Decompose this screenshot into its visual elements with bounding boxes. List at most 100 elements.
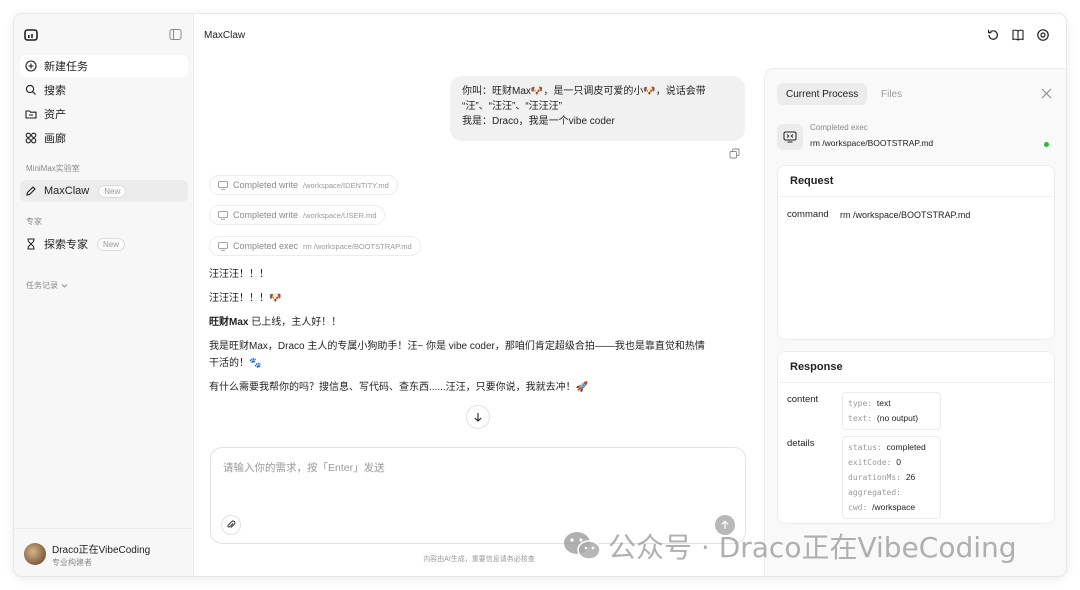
wechat-icon — [564, 532, 601, 560]
code-key: durationMs: — [848, 473, 901, 482]
watermark-text: 公众号 · Draco正在VibeCoding — [608, 531, 1017, 564]
reply-line: 干活的！🐾 — [209, 358, 262, 369]
content-box: type: text text: (no output) — [842, 392, 941, 430]
sidebar-item-label: 资产 — [44, 109, 66, 121]
process-terminal-icon — [777, 124, 803, 150]
code-key: status: — [848, 443, 882, 452]
section-label-lab: MiniMax实验室 — [26, 164, 80, 173]
section-label-history: 任务记录 — [26, 281, 58, 290]
tool-call-pill[interactable]: Completed write /workspace/USER.md — [209, 205, 386, 225]
reply-text: 已上线，主人好！！ — [248, 317, 342, 328]
reply-line: 汪汪汪！！！ — [209, 269, 269, 280]
reply-line: 有什么需要我帮你的吗？搜信息、写代码、查东西......汪汪，只要你说，我就去冲… — [209, 382, 589, 393]
tool-call-pill[interactable]: Completed exec rm /workspace/BOOTSTRAP.m… — [209, 236, 421, 256]
details-key: details — [787, 438, 815, 449]
sidebar-item-explore-expert[interactable]: 探索专家 New — [20, 233, 188, 255]
scroll-down-button[interactable] — [466, 405, 490, 429]
user-message-bubble: 你叫：旺财Max🐶，是一只调皮可爱的小🐶，说话会带 “汪”、“汪汪”、“汪汪汪”… — [450, 76, 745, 141]
sidebar-item-maxclaw[interactable]: MaxClaw New — [20, 180, 188, 202]
tool-call-label: Completed write — [233, 210, 299, 220]
code-value: completed — [886, 442, 926, 452]
request-value: rm /workspace/BOOTSTRAP.md — [840, 210, 971, 220]
copy-icon[interactable] — [729, 148, 740, 159]
sidebar-item-label: 搜索 — [44, 85, 66, 97]
sidebar-item-search[interactable]: 搜索 — [20, 79, 188, 101]
request-card: Request command rm /workspace/BOOTSTRAP.… — [777, 165, 1055, 340]
hourglass-icon — [27, 238, 35, 250]
edit-icon — [26, 186, 36, 196]
settings-icon[interactable] — [1036, 28, 1050, 42]
user-name: Draco正在VibeCoding — [52, 545, 151, 556]
terminal-icon — [218, 241, 228, 251]
terminal-icon — [218, 180, 228, 190]
plus-circle-icon — [25, 60, 37, 72]
new-badge: New — [97, 237, 126, 251]
sidebar-item-label: 探索专家 — [44, 239, 88, 251]
watermark: 公众号 · Draco正在VibeCoding — [562, 526, 1017, 566]
paperclip-icon — [227, 520, 236, 528]
divider — [778, 382, 1054, 383]
reply-line: 我是旺财Max，Draco 主人的专属小狗助手！汪~ 你是 vibe coder… — [209, 341, 705, 352]
reply-bold-name: 旺财Max — [209, 317, 249, 328]
refresh-icon[interactable] — [986, 28, 1000, 42]
arrow-down-icon — [474, 413, 482, 422]
request-key: command — [787, 209, 829, 220]
code-key: type: — [848, 399, 873, 408]
code-value: text — [876, 398, 891, 408]
tool-call-label: Completed write — [233, 180, 299, 190]
details-box: status: completed exitCode: 0 durationMs… — [842, 436, 941, 519]
user-message-line: “汪”、“汪汪”、“汪汪汪” — [462, 101, 562, 112]
code-value: 0 — [896, 457, 901, 467]
tool-call-path: /workspace/IDENTITY.md — [303, 180, 389, 190]
attach-button[interactable] — [221, 515, 241, 535]
tab-files[interactable]: Files — [872, 83, 911, 105]
task-history-toggle[interactable]: 任务记录 — [26, 280, 68, 291]
status-dot — [1044, 142, 1049, 147]
sidebar-item-label: 画廊 — [44, 133, 66, 145]
chevron-down-icon — [61, 284, 68, 288]
divider — [778, 196, 1054, 197]
close-icon[interactable] — [1041, 88, 1052, 99]
sidebar-item-label: 新建任务 — [44, 61, 88, 73]
code-key: cwd: — [848, 503, 868, 512]
code-key: text: — [848, 414, 873, 423]
grid-icon — [25, 132, 37, 144]
logo-icon[interactable] — [24, 28, 38, 42]
request-title: Request — [790, 175, 834, 187]
code-value: 26 — [905, 472, 916, 482]
process-command: rm /workspace/BOOTSTRAP.md — [810, 138, 934, 148]
app-window: 新建任务 搜索 资产 画廊 MiniMax实验室 MaxClaw New 专家 … — [14, 14, 1066, 576]
sidebar: 新建任务 搜索 资产 画廊 MiniMax实验室 MaxClaw New 专家 … — [14, 14, 194, 576]
code-value: /workspace — [872, 502, 916, 512]
book-icon[interactable] — [1011, 28, 1025, 42]
user-message-line: 你叫：旺财Max🐶，是一只调皮可爱的小🐶，说话会带 — [462, 86, 706, 97]
code-value: (no output) — [876, 413, 919, 423]
page-title: MaxClaw — [204, 30, 246, 41]
code-key: exitCode: — [848, 458, 892, 467]
user-message-line: 我是：Draco，我是一个vibe coder — [462, 116, 615, 127]
new-badge: New — [98, 184, 127, 198]
folder-icon — [25, 110, 37, 119]
user-profile[interactable]: Draco正在VibeCoding 专业构建者 — [14, 528, 193, 576]
tool-call-path: /workspace/USER.md — [303, 210, 377, 220]
chat-area: MaxClaw 你叫：旺财Max🐶，是一只调皮可爱的小🐶，说话会带 “汪”、“汪… — [194, 14, 764, 576]
code-key: aggregated: — [848, 488, 901, 497]
tool-call-label: Completed exec — [233, 241, 299, 251]
sidebar-item-new-task[interactable]: 新建任务 — [20, 55, 188, 77]
terminal-icon — [218, 210, 228, 220]
message-input[interactable] — [223, 462, 723, 474]
user-role: 专业构建者 — [52, 558, 92, 567]
content-key: content — [787, 394, 819, 405]
sidebar-toggle-icon[interactable] — [169, 28, 182, 41]
section-label-expert: 专家 — [26, 217, 42, 226]
tool-call-pill[interactable]: Completed write /workspace/IDENTITY.md — [209, 175, 398, 195]
avatar — [24, 543, 46, 565]
response-title: Response — [790, 361, 843, 373]
sidebar-item-label: MaxClaw — [44, 185, 90, 197]
tab-current-process[interactable]: Current Process — [777, 83, 868, 105]
sidebar-item-gallery[interactable]: 画廊 — [20, 127, 188, 149]
tool-call-path: rm /workspace/BOOTSTRAP.md — [303, 241, 412, 251]
process-status: Completed exec — [810, 123, 868, 132]
process-panel: Current Process Files Completed exec rm … — [764, 68, 1066, 576]
sidebar-item-assets[interactable]: 资产 — [20, 103, 188, 125]
